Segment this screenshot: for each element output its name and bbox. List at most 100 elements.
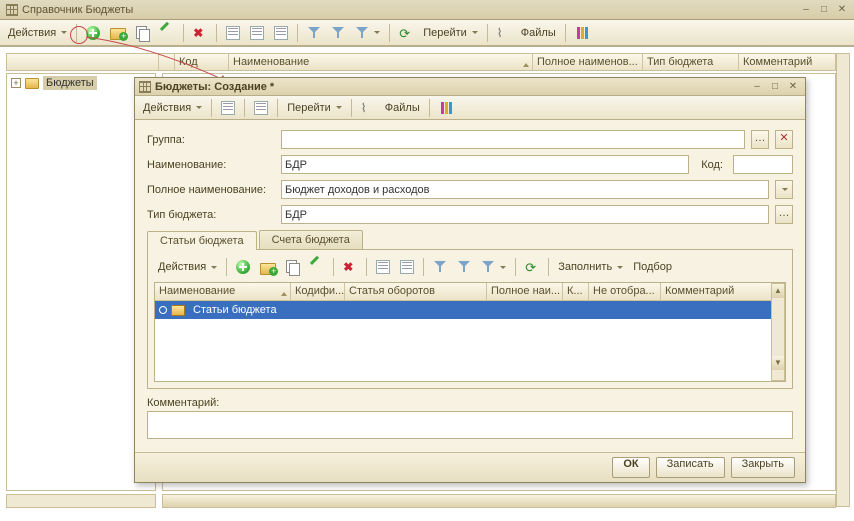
comment-field[interactable] bbox=[147, 411, 793, 439]
col-fullname[interactable]: Полное наименов... bbox=[533, 54, 643, 70]
delete-button[interactable]: ✖ bbox=[189, 23, 211, 43]
dlg-files-label: Файлы bbox=[385, 102, 420, 114]
icol-full[interactable]: Полное наи... bbox=[487, 283, 563, 300]
inner-vscrollbar[interactable]: ▲ ▼ bbox=[771, 283, 785, 381]
group-field[interactable] bbox=[281, 130, 745, 149]
tabpage-articles: Действия ✖ ⟳ bbox=[147, 250, 793, 389]
col-tree[interactable] bbox=[7, 54, 159, 70]
copy-button[interactable] bbox=[132, 23, 154, 43]
type-label: Тип бюджета: bbox=[147, 209, 275, 221]
level-up-button[interactable] bbox=[270, 23, 292, 43]
pencil-icon bbox=[310, 260, 324, 274]
name-field[interactable] bbox=[281, 155, 689, 174]
group-clear-button[interactable]: ✕ bbox=[775, 130, 793, 149]
type-field[interactable] bbox=[281, 205, 769, 224]
add-group-button[interactable] bbox=[106, 23, 130, 43]
inner-edit-button[interactable] bbox=[306, 257, 328, 277]
close-button[interactable]: ✕ bbox=[834, 3, 850, 17]
dlg-actions-menu[interactable]: Действия bbox=[139, 98, 206, 118]
dlg-attach-button[interactable]: ⌇ bbox=[357, 98, 379, 118]
save-button[interactable]: Записать bbox=[656, 457, 725, 478]
inner-moveto-button[interactable] bbox=[372, 257, 394, 277]
tree-root-row[interactable]: + Бюджеты bbox=[7, 74, 155, 92]
dlg-books-button[interactable] bbox=[435, 98, 457, 118]
hierarchy-button[interactable] bbox=[246, 23, 268, 43]
fullname-dropdown-button[interactable] bbox=[775, 180, 793, 199]
inner-fill-menu[interactable]: Заполнить bbox=[554, 257, 627, 277]
expand-toggle[interactable]: + bbox=[11, 78, 21, 88]
minimize-button[interactable]: – bbox=[798, 3, 814, 17]
icol-turnover[interactable]: Статья оборотов bbox=[345, 283, 487, 300]
refresh-button[interactable]: ⟳ bbox=[395, 23, 417, 43]
vertical-scrollbar[interactable] bbox=[836, 53, 850, 507]
col-code[interactable]: Код bbox=[175, 54, 229, 70]
inner-pick-button[interactable]: Подбор bbox=[629, 257, 676, 277]
inner-add-group-button[interactable] bbox=[256, 257, 280, 277]
code-field[interactable] bbox=[733, 155, 793, 174]
ok-button[interactable]: ОК bbox=[612, 457, 649, 478]
maximize-button[interactable]: □ bbox=[816, 3, 832, 17]
filter-clear-button[interactable] bbox=[351, 23, 384, 43]
refresh-icon: ⟳ bbox=[399, 26, 413, 40]
dlg-files-button[interactable]: Файлы bbox=[381, 98, 424, 118]
inner-filter-by-button[interactable] bbox=[453, 257, 475, 277]
tree-hscrollbar[interactable] bbox=[6, 494, 156, 508]
inner-copy-button[interactable] bbox=[282, 257, 304, 277]
books-button[interactable] bbox=[571, 23, 593, 43]
moveto-button[interactable] bbox=[222, 23, 244, 43]
col-name[interactable]: Наименование bbox=[229, 54, 533, 70]
inner-add-button[interactable] bbox=[232, 257, 254, 277]
inner-toolbar: Действия ✖ ⟳ bbox=[154, 256, 786, 278]
group-picker-button[interactable]: … bbox=[751, 130, 769, 149]
scroll-up-button[interactable]: ▲ bbox=[772, 284, 784, 298]
fullname-field[interactable] bbox=[281, 180, 769, 199]
pencil-icon bbox=[160, 26, 174, 40]
main-window-title: Справочник Бюджеты bbox=[22, 4, 133, 16]
paperclip-icon: ⌇ bbox=[361, 101, 375, 115]
copy-icon bbox=[286, 260, 300, 274]
icol-name[interactable]: Наименование bbox=[155, 283, 291, 300]
add-button[interactable] bbox=[82, 23, 104, 43]
close-dialog-button[interactable]: Закрыть bbox=[731, 457, 795, 478]
col-type[interactable]: Тип бюджета bbox=[643, 54, 739, 70]
icol-comment[interactable]: Комментарий bbox=[661, 283, 785, 300]
dlg-reread-button[interactable] bbox=[250, 98, 272, 118]
inner-refresh-button[interactable]: ⟳ bbox=[521, 257, 543, 277]
grid-hscrollbar[interactable] bbox=[162, 494, 836, 508]
folder-icon bbox=[171, 305, 185, 316]
filter-by-button[interactable] bbox=[327, 23, 349, 43]
attach-button[interactable]: ⌇ bbox=[493, 23, 515, 43]
inner-delete-button[interactable]: ✖ bbox=[339, 257, 361, 277]
files-button[interactable]: Файлы bbox=[517, 23, 560, 43]
inner-filter-clear-button[interactable] bbox=[477, 257, 510, 277]
inner-hier-button[interactable] bbox=[396, 257, 418, 277]
dlg-save-button[interactable] bbox=[217, 98, 239, 118]
actions-menu[interactable]: Действия bbox=[4, 23, 71, 43]
col-marker[interactable] bbox=[159, 54, 175, 70]
scroll-down-button[interactable]: ▼ bbox=[772, 356, 784, 370]
group-row: Группа: … ✕ bbox=[147, 130, 793, 149]
sheet-icon bbox=[226, 26, 240, 40]
tab-accounts[interactable]: Счета бюджета bbox=[259, 230, 363, 249]
icol-k[interactable]: К... bbox=[563, 283, 589, 300]
col-comment[interactable]: Комментарий bbox=[739, 54, 835, 70]
filter-button[interactable] bbox=[303, 23, 325, 43]
dlg-goto-menu[interactable]: Перейти bbox=[283, 98, 346, 118]
chevron-down-icon bbox=[617, 266, 623, 272]
dialog-maximize-button[interactable]: □ bbox=[767, 80, 783, 94]
tab-articles[interactable]: Статьи бюджета bbox=[147, 231, 257, 250]
inner-actions-menu[interactable]: Действия bbox=[154, 257, 221, 277]
icol-codifier[interactable]: Кодифи... bbox=[291, 283, 345, 300]
chevron-down-icon bbox=[196, 106, 202, 112]
icol-noshow[interactable]: Не отобра... bbox=[589, 283, 661, 300]
dialog-close-button[interactable]: ✕ bbox=[785, 80, 801, 94]
edit-button[interactable] bbox=[156, 23, 178, 43]
dialog-minimize-button[interactable]: – bbox=[749, 80, 765, 94]
chevron-down-icon bbox=[374, 31, 380, 37]
dialog-title: Бюджеты: Создание * bbox=[155, 81, 274, 93]
goto-menu[interactable]: Перейти bbox=[419, 23, 482, 43]
inner-filter-button[interactable] bbox=[429, 257, 451, 277]
paperclip-icon: ⌇ bbox=[497, 26, 511, 40]
inner-grid-row[interactable]: Статьи бюджета bbox=[155, 301, 785, 319]
type-picker-button[interactable]: … bbox=[775, 205, 793, 224]
